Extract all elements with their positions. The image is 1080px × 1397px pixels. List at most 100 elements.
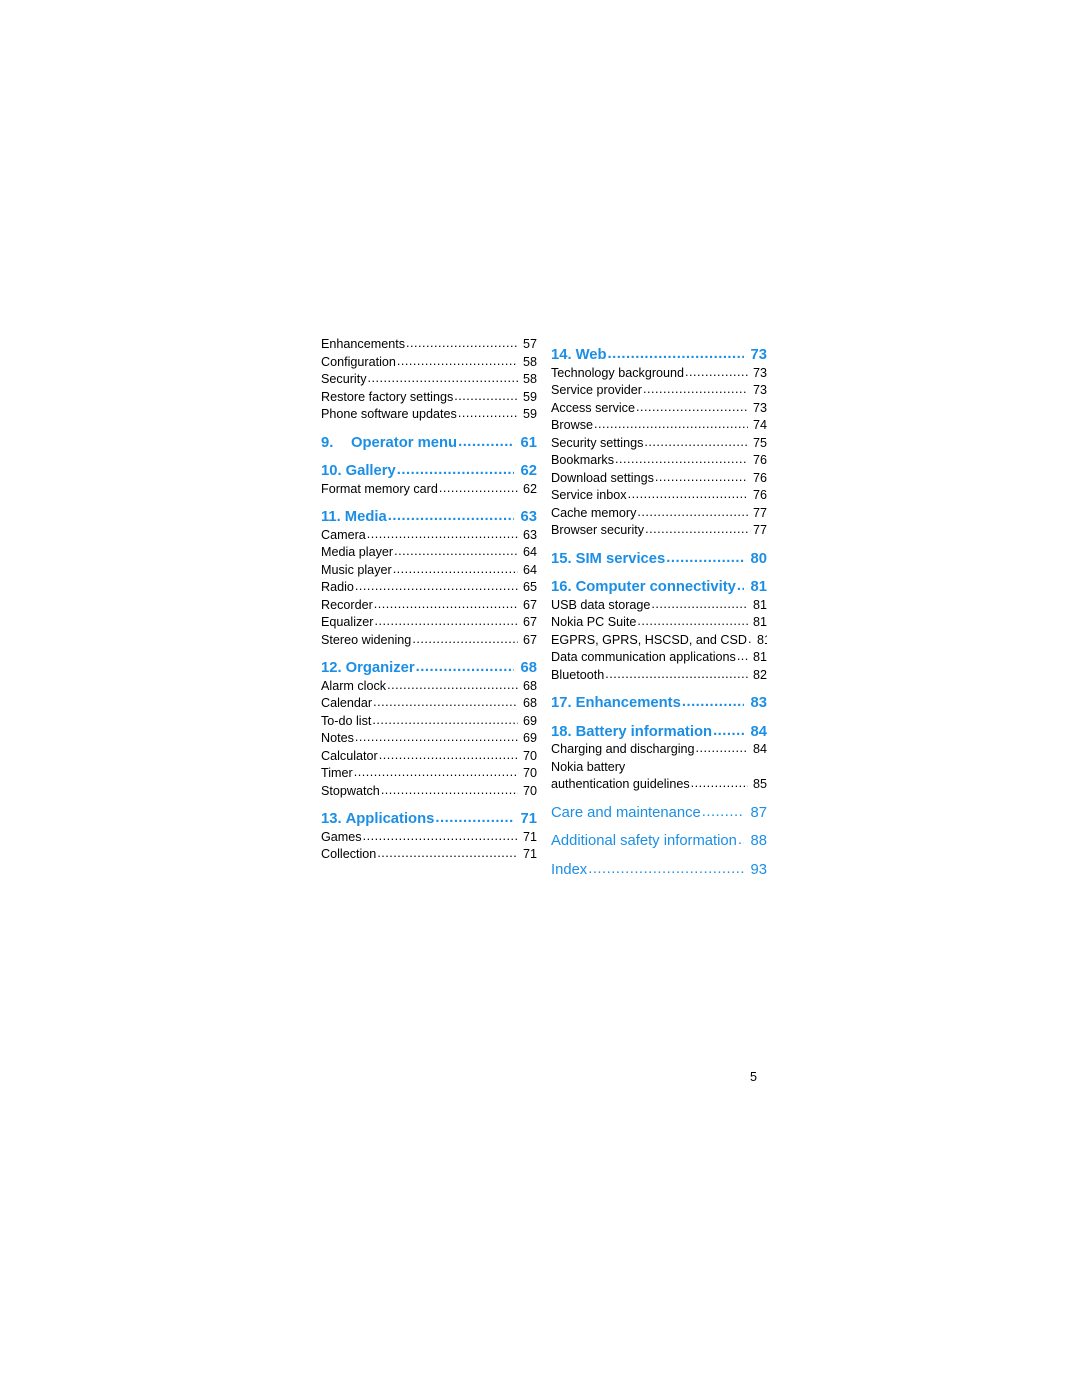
toc-entry-line[interactable]: Equalizer 67 <box>321 614 537 632</box>
toc-page-number: 57 <box>522 337 537 351</box>
toc-page-number: 80 <box>750 550 767 567</box>
toc-entry-line[interactable]: authentication guidelines 85 <box>551 776 767 794</box>
toc-entry-line[interactable]: Radio 65 <box>321 579 537 597</box>
toc-chapter-title: Computer connectivity <box>575 579 736 595</box>
toc-chapter-line[interactable]: 17.Enhancements 83 <box>551 695 767 713</box>
toc-entry-title: Games <box>321 829 362 844</box>
toc-entry-line[interactable]: Browser security 77 <box>551 522 767 540</box>
toc-dot-leader <box>458 406 518 423</box>
toc-chapter-line[interactable]: Index 93 <box>551 862 767 880</box>
toc-chapter-line[interactable]: 18.Battery information 84 <box>551 724 767 742</box>
toc-chapter-line[interactable]: 9. Operator menu 61 <box>321 435 537 453</box>
toc-entry-line[interactable]: Nokia battery <box>551 759 767 777</box>
toc-entry-line[interactable]: Recorder 67 <box>321 597 537 615</box>
toc-entry-title: Music player <box>321 562 392 577</box>
toc-dot-leader <box>373 695 518 712</box>
toc-page-number: 62 <box>520 463 537 479</box>
toc-dot-leader <box>416 660 514 677</box>
toc-entry-line[interactable]: Media player 64 <box>321 544 537 562</box>
toc-dot-leader <box>355 579 518 596</box>
toc-entry-line[interactable]: Enhancements 57 <box>321 336 537 354</box>
toc-entry-title: Notes <box>321 731 354 745</box>
toc-entry-line[interactable]: Bookmarks 76 <box>551 452 767 470</box>
toc-chapter-line[interactable]: 15.SIM services 80 <box>551 551 767 569</box>
toc-entry-line[interactable]: Data communication applications 81 <box>551 649 767 667</box>
toc-chapter-line[interactable]: 10.Gallery 62 <box>321 463 537 481</box>
toc-page-number: 84 <box>752 742 767 756</box>
toc-entry-line[interactable]: Camera 63 <box>321 527 537 545</box>
toc-entry-line[interactable]: Access service 73 <box>551 400 767 418</box>
toc-entry-title: Media player <box>321 545 394 559</box>
toc-dot-leader <box>713 724 744 741</box>
toc-chapter-line[interactable]: 14.Web 73 <box>551 347 767 365</box>
toc-entry-line[interactable]: Games 71 <box>321 829 537 847</box>
toc-entry-line[interactable]: EGPRS, GPRS, HSCSD, and CSD 81 <box>551 632 767 650</box>
toc-entry-title: Bluetooth <box>551 667 605 682</box>
toc-entry-title: Browse <box>551 418 593 432</box>
toc-page-number: 73 <box>752 400 767 415</box>
toc-page-number: 63 <box>520 509 537 525</box>
toc-entry-line[interactable]: Technology background 73 <box>551 365 767 383</box>
toc-entry-line[interactable]: To-do list 69 <box>321 713 537 731</box>
toc-entry-line[interactable]: Collection 71 <box>321 846 537 864</box>
toc-dot-leader <box>605 667 748 684</box>
toc-dot-leader <box>379 748 518 765</box>
toc-page-number: 82 <box>752 667 767 682</box>
toc-chapter-title: Organizer <box>345 660 415 676</box>
toc-chapter-title: Enhancements <box>575 695 681 711</box>
toc-page-number: 77 <box>752 505 767 520</box>
toc-page-number: 81 <box>752 615 767 629</box>
toc-columns: Enhancements 57 Configuration 58 Security 58 R… <box>321 336 767 879</box>
toc-entry-line[interactable]: Download settings 76 <box>551 470 767 488</box>
toc-entry-line[interactable]: Configuration 58 <box>321 354 537 372</box>
toc-entry-line[interactable]: Calculator 70 <box>321 748 537 766</box>
toc-entry-title: Charging and discharging <box>551 742 695 756</box>
toc-entry-title: Security <box>321 372 367 386</box>
toc-chapter-line[interactable]: Additional safety information 88 <box>551 833 767 851</box>
toc-chapter-line[interactable]: 13.Applications 71 <box>321 811 537 829</box>
toc-dot-leader <box>372 713 518 730</box>
toc-page-number: 68 <box>520 660 537 676</box>
toc-entry-line[interactable]: Stopwatch 70 <box>321 783 537 801</box>
toc-page-number: 88 <box>750 833 767 849</box>
toc-chapter-number: 17. <box>551 695 572 711</box>
toc-entry-line[interactable]: Browse 74 <box>551 417 767 435</box>
toc-entry-line[interactable]: Restore factory settings 59 <box>321 389 537 407</box>
toc-dot-leader <box>435 811 514 828</box>
toc-entry-line[interactable]: Calendar 68 <box>321 695 537 713</box>
toc-entry-line[interactable]: Format memory card 62 <box>321 481 537 499</box>
toc-entry-line[interactable]: Stereo widening 67 <box>321 632 537 650</box>
toc-entry-line[interactable]: Security settings 75 <box>551 435 767 453</box>
toc-entry-line[interactable]: Music player 64 <box>321 562 537 580</box>
toc-chapter-line[interactable]: 16.Computer connectivity 81 <box>551 579 767 597</box>
toc-entry-line[interactable]: Cache memory 77 <box>551 505 767 523</box>
toc-entry-line[interactable]: Phone software updates 59 <box>321 406 537 424</box>
toc-page-number: 67 <box>522 597 537 612</box>
toc-chapter-number: 10. <box>321 463 342 479</box>
toc-entry-line[interactable]: Notes 69 <box>321 730 537 748</box>
toc-entry-line[interactable]: Alarm clock 68 <box>321 678 537 696</box>
toc-chapter-line[interactable]: 12.Organizer 68 <box>321 660 537 678</box>
toc-entry-title: EGPRS, GPRS, HSCSD, and CSD <box>551 632 747 647</box>
toc-chapter-line[interactable]: Care and maintenance 87 <box>551 805 767 823</box>
toc-dot-leader <box>748 632 752 649</box>
toc-entry-title: Enhancements <box>321 337 406 351</box>
toc-dot-leader <box>594 417 748 434</box>
toc-entry-line[interactable]: Bluetooth 82 <box>551 667 767 685</box>
toc-entry-line[interactable]: Service provider 73 <box>551 382 767 400</box>
toc-chapter-line[interactable]: 11.Media 63 <box>321 509 537 527</box>
toc-entry-line[interactable]: Charging and discharging 84 <box>551 741 767 759</box>
toc-chapter-title: Additional safety information <box>551 833 737 849</box>
toc-entry-line[interactable]: USB data storage 81 <box>551 597 767 615</box>
toc-entry-line[interactable]: Nokia PC Suite 81 <box>551 614 767 632</box>
toc-chapter-title: Battery information <box>575 723 713 740</box>
toc-chapter-number: 12. <box>321 660 342 676</box>
toc-chapter-number: 14. <box>551 347 572 363</box>
toc-entry-line[interactable]: Timer 70 <box>321 765 537 783</box>
toc-dot-leader <box>458 435 514 452</box>
toc-page-number: 81 <box>752 597 767 612</box>
toc-entry-line[interactable]: Security 58 <box>321 371 537 389</box>
toc-chapter-title: Web <box>575 347 607 363</box>
toc-entry-title: Camera <box>321 527 366 542</box>
toc-entry-line[interactable]: Service inbox 76 <box>551 487 767 505</box>
